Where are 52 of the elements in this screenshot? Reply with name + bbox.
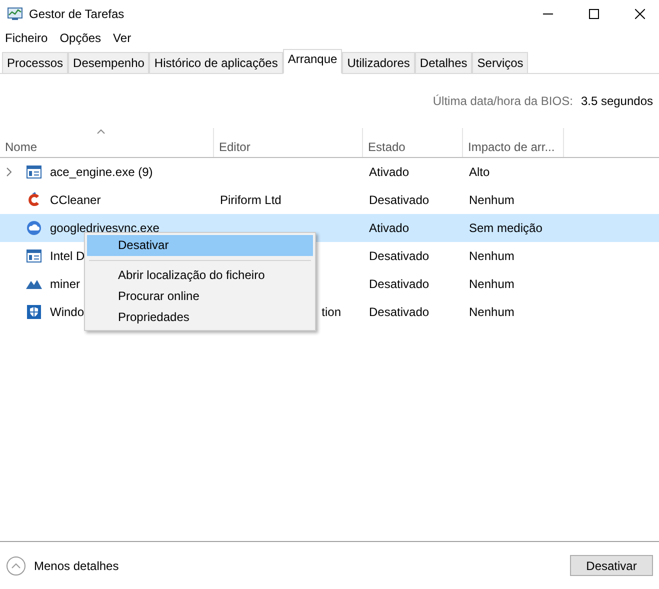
window-icon — [26, 164, 42, 180]
bios-label: Última data/hora da BIOS: — [432, 94, 573, 110]
column-header[interactable]: Nome — [0, 128, 214, 157]
program-name: Intel D — [50, 249, 85, 263]
tab[interactable]: Arranque — [282, 49, 342, 74]
fewer-details-link[interactable]: Menos detalhes — [34, 558, 119, 572]
impact-text: Nenhum — [469, 193, 514, 207]
column-header[interactable]: Impacto de arr... — [463, 128, 564, 157]
disable-button[interactable]: Desativar — [570, 555, 653, 576]
close-icon[interactable] — [635, 9, 645, 19]
status-text: Desativado — [369, 193, 430, 207]
context-menu-item[interactable]: Abrir localização do ficheiro — [87, 265, 313, 286]
program-name: googledrivesync.exe — [50, 221, 160, 235]
menu-item[interactable]: Ficheiro — [5, 31, 48, 45]
menu-item[interactable]: Ver — [113, 31, 132, 45]
impact-text: Nenhum — [469, 277, 514, 291]
column-header[interactable]: Estado — [363, 128, 463, 157]
menu-item[interactable]: Opções — [60, 31, 102, 45]
tab[interactable]: Detalhes — [414, 52, 472, 73]
window-icon — [26, 248, 42, 264]
expand-icon[interactable] — [6, 167, 12, 177]
publisher-text: Piriform Ltd — [220, 193, 282, 207]
status-text: Desativado — [369, 249, 430, 263]
bios-value: 3.5 segundos — [580, 94, 653, 110]
impact-text: Alto — [469, 165, 490, 179]
shield-icon — [26, 304, 42, 320]
status-text: Ativado — [369, 221, 410, 235]
status-text: Desativado — [369, 277, 430, 291]
context-menu-item[interactable]: Procurar online — [87, 286, 313, 307]
program-name: ace_engine.exe (9) — [50, 165, 153, 179]
program-name: miner — [50, 277, 80, 291]
context-menu-item[interactable]: Desativar — [87, 235, 313, 256]
cloud-icon — [26, 220, 42, 236]
window-title: Gestor de Tarefas — [29, 7, 124, 21]
tab[interactable]: Utilizadores — [342, 52, 415, 73]
maximize-icon[interactable] — [589, 9, 599, 19]
tab[interactable]: Histórico de aplicações — [149, 52, 283, 73]
impact-text: Nenhum — [469, 249, 514, 263]
context-menu-item[interactable]: Propriedades — [87, 307, 313, 328]
program-name: CCleaner — [50, 193, 101, 207]
status-text: Ativado — [369, 165, 410, 179]
publisher-text: tion — [322, 305, 341, 319]
tab[interactable]: Serviços — [472, 52, 528, 73]
impact-text: Sem medição — [469, 221, 542, 235]
impact-text: Nenhum — [469, 305, 514, 319]
collapse-icon[interactable] — [6, 556, 26, 576]
status-text: Desativado — [369, 305, 430, 319]
tab[interactable]: Desempenho — [68, 52, 150, 73]
program-name: Windo — [50, 305, 84, 319]
column-header[interactable]: Editor — [214, 128, 363, 157]
tab[interactable]: Processos — [2, 52, 68, 73]
task-manager-icon — [7, 6, 23, 22]
